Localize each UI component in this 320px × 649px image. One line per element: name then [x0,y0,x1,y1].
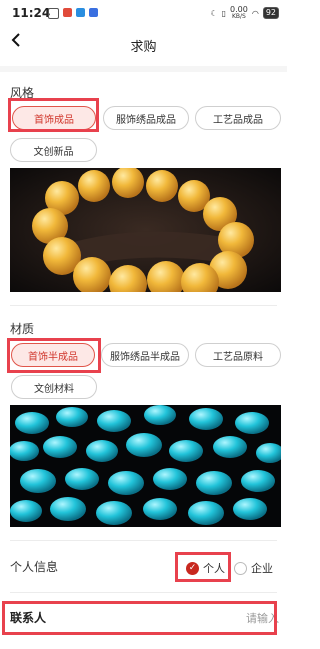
turquoise-cabochons-image [10,405,281,527]
chip-style-jewelry-finished[interactable]: 首饰成品 [12,106,96,130]
vibrate-icon: ▯ [221,8,227,18]
amber-bracelet-image [10,168,281,292]
app-notification-icon [63,8,72,17]
contact-label: 联系人 [10,611,47,625]
chip-style-apparel-finished[interactable]: 服饰绣品成品 [103,106,189,130]
chip-material-craft-raw[interactable]: 工艺品原料 [195,343,281,367]
wifi-icon: ◠ [251,8,259,18]
chip-material-jewelry-semi[interactable]: 首饰半成品 [11,343,95,367]
separator-line [10,592,277,593]
chip-material-apparel-semi[interactable]: 服饰绣品半成品 [101,343,189,367]
separator-line [10,305,277,306]
radio-individual[interactable]: ✓ 个人 [186,560,225,576]
radio-empty-icon [234,561,247,575]
app-notification-icon [48,8,59,19]
battery-icon: 92 [262,7,279,19]
chip-style-craft-finished[interactable]: 工艺品成品 [195,106,281,130]
status-right: ☾ ▯ 0.00 KB/S ◠ 92 [210,6,279,20]
chip-style-cultural-new[interactable]: 文创新品 [10,138,97,162]
moon-icon: ☾ [210,8,218,18]
app-notification-icon [89,8,98,17]
personal-info-label: 个人信息 [10,560,59,574]
nav-bar: 求购 [0,28,287,60]
separator-line [10,540,277,541]
status-bar: 11:24 ☾ ▯ 0.00 KB/S ◠ 92 [0,0,287,28]
app-notification-icon [76,8,85,17]
page-title: 求购 [130,40,157,55]
notification-icons [48,8,98,19]
contact-input[interactable]: 请输入 [189,610,279,626]
net-speed: 0.00 KB/S [230,5,248,21]
chip-material-cultural[interactable]: 文创材料 [11,375,97,399]
status-time: 11:24 [12,6,51,20]
section-divider [0,66,287,72]
style-section-label: 风格 [10,86,35,100]
check-icon: ✓ [186,561,199,575]
material-section-label: 材质 [10,322,35,336]
radio-enterprise[interactable]: 企业 [234,560,273,576]
